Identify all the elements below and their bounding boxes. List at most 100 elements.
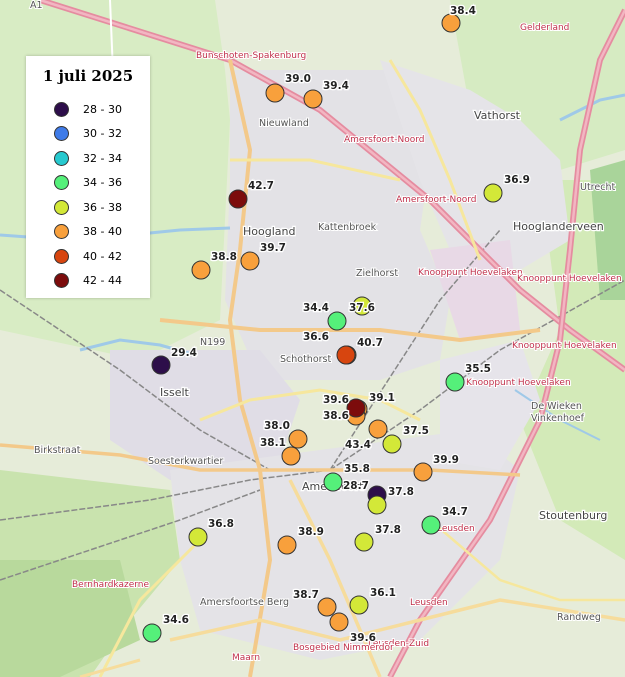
legend-swatch [54,126,69,142]
legend-item: 38 - 40 [54,220,150,245]
measurement-marker[interactable] [303,89,323,109]
measurement-marker[interactable] [329,612,349,632]
measurement-label: 38.7 [293,589,319,601]
measurement-marker[interactable] [413,462,433,482]
measurement-marker[interactable] [142,623,162,643]
place-label: Knooppunt Hoevelaken [466,378,571,388]
place-label: Soesterkwartier [148,456,223,467]
legend: 1 juli 2025 28 - 30 30 - 32 32 - 34 34 -… [26,56,150,298]
measurement-marker[interactable] [240,251,260,271]
place-label: N199 [200,337,225,348]
measurement-label: 28.7 [343,480,369,492]
legend-label: 36 - 38 [83,200,122,214]
measurement-label: 43.4 [345,439,371,451]
place-label: Stoutenburg [539,509,607,522]
measurement-marker[interactable] [382,434,402,454]
legend-label: 34 - 36 [83,176,122,190]
place-label: Bosgebied Nimmerdor [293,643,394,653]
measurement-marker[interactable] [336,345,356,365]
measurement-marker[interactable] [265,83,285,103]
legend-swatch [54,101,69,117]
legend-label: 30 - 32 [83,127,122,141]
place-label: Bunschoten-Spakenburg [196,51,306,61]
legend-swatch [54,199,69,215]
measurement-label: 39.6 [323,394,349,406]
place-label: Hoogland [243,225,295,238]
place-label: Bernhardkazerne [72,580,150,590]
measurement-label: 36.1 [370,587,396,599]
measurement-label: 36.6 [303,331,329,343]
place-label: Utrecht [580,182,615,193]
measurement-marker[interactable] [483,183,503,203]
legend-item: 42 - 44 [54,269,150,294]
measurement-label: 35.8 [344,463,370,475]
measurement-label: 34.4 [303,302,329,314]
measurement-marker[interactable] [151,355,171,375]
measurement-label: 37.6 [349,302,375,314]
place-label: Isselt [160,386,190,399]
measurement-marker[interactable] [317,597,337,617]
measurement-label: 39.7 [260,242,286,254]
legend-list: 28 - 30 30 - 32 32 - 34 34 - 36 36 - 38 … [54,97,150,293]
measurement-label: 39.9 [433,454,459,466]
legend-item: 40 - 42 [54,244,150,269]
legend-item: 28 - 30 [54,97,150,122]
measurement-marker[interactable] [327,311,347,331]
legend-label: 40 - 42 [83,249,122,263]
measurement-label: 37.8 [375,524,401,536]
legend-swatch [54,273,69,289]
measurement-label: 37.5 [403,425,429,437]
place-label: Leusden [437,524,475,534]
legend-item: 34 - 36 [54,171,150,196]
place-label: Amersfoort-Noord [396,195,477,205]
place-label: Leusden [410,598,448,608]
measurement-marker[interactable] [349,595,369,615]
place-label: Birkstraat [34,445,81,456]
measurement-marker[interactable] [323,472,343,492]
measurement-marker[interactable] [354,532,374,552]
measurement-marker[interactable] [445,372,465,392]
measurement-marker[interactable] [421,515,441,535]
measurement-label: 39.4 [323,80,349,92]
measurement-marker[interactable] [277,535,297,555]
place-label: Knooppunt Hoevelaken [418,268,523,278]
legend-item: 32 - 34 [54,146,150,171]
measurement-label: 39.0 [285,73,311,85]
measurement-marker[interactable] [228,189,248,209]
measurement-label: 42.7 [248,180,274,192]
measurement-marker[interactable] [346,398,366,418]
legend-title: 1 juli 2025 [42,67,134,85]
measurement-marker[interactable] [281,446,301,466]
legend-label: 28 - 30 [83,102,122,116]
place-label: Vathorst [474,109,521,122]
place-label: Hooglanderveen [513,220,604,233]
measurement-marker[interactable] [288,429,308,449]
place-label: Gelderland [520,23,569,33]
measurement-marker[interactable] [367,495,387,515]
place-label: Randweg [557,612,601,623]
legend-swatch [54,224,69,240]
place-label: Kattenbroek [318,222,377,233]
measurement-marker[interactable] [368,419,388,439]
place-label: Knooppunt Hoevelaken [517,274,622,284]
legend-swatch [54,175,69,191]
legend-item: 36 - 38 [54,195,150,220]
measurement-label: 38.1 [260,437,286,449]
measurement-label: 37.8 [388,486,414,498]
measurement-label: 38.4 [450,5,476,17]
place-label: Knooppunt Hoevelaken [512,341,617,351]
measurement-marker[interactable] [191,260,211,280]
measurement-label: 39.1 [369,392,395,404]
place-label: Nieuwland [259,118,309,129]
legend-label: 32 - 34 [83,151,122,165]
legend-label: 38 - 40 [83,225,122,239]
measurement-marker[interactable] [188,527,208,547]
place-label: Schothorst [280,354,332,365]
measurement-label: 38.6 [323,410,349,422]
measurement-label: 34.7 [442,506,468,518]
measurement-label: 38.8 [211,251,237,263]
measurement-label: 36.9 [504,174,530,186]
measurement-label: 35.5 [465,363,491,375]
measurement-label: 38.0 [264,420,290,432]
measurement-label: 39.6 [350,632,376,644]
